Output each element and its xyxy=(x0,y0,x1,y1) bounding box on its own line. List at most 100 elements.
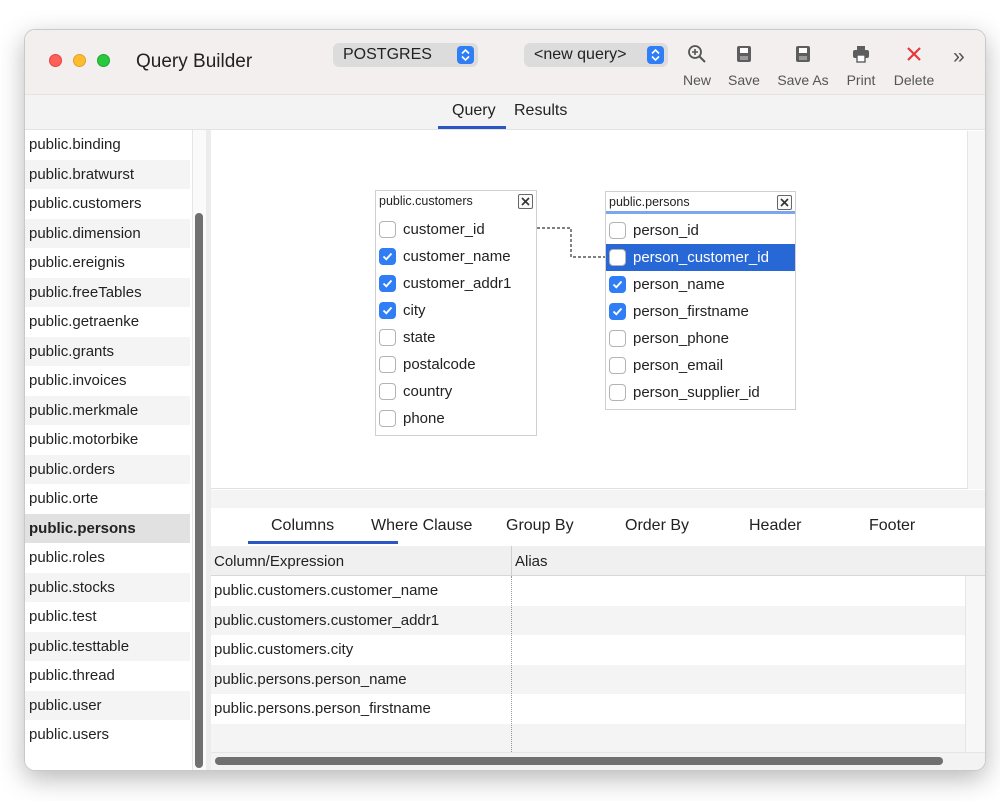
checkbox-checked[interactable] xyxy=(379,248,396,265)
checkbox[interactable] xyxy=(379,383,396,400)
column-header[interactable]: Alias xyxy=(515,553,548,570)
minimize-window-button[interactable] xyxy=(73,54,86,67)
table-row[interactable] xyxy=(211,723,965,753)
sidebar-item[interactable]: public.user xyxy=(25,690,190,720)
checkbox-checked[interactable] xyxy=(379,302,396,319)
delete-button[interactable]: Delete xyxy=(884,44,944,92)
save-button[interactable]: Save xyxy=(714,44,774,92)
field-name: person_customer_id xyxy=(633,249,769,266)
column-expression-cell[interactable]: public.customers.customer_addr1 xyxy=(214,612,439,629)
pane-splitter[interactable] xyxy=(211,490,985,508)
checkbox[interactable] xyxy=(379,221,396,238)
sidebar-item[interactable]: public.grants xyxy=(25,336,190,366)
query-select[interactable]: <new query> xyxy=(524,43,668,67)
tab-columns[interactable]: Columns xyxy=(271,517,334,535)
field-name: person_email xyxy=(633,357,724,374)
sidebar-item[interactable]: public.thread xyxy=(25,661,190,691)
sidebar-scroll-thumb[interactable] xyxy=(195,213,203,768)
checkbox-checked[interactable] xyxy=(609,276,626,293)
table-field[interactable]: person_firstname xyxy=(606,298,795,325)
sidebar-item[interactable]: public.customers xyxy=(25,189,190,219)
tab-order-by[interactable]: Order By xyxy=(625,517,689,535)
sidebar-item-selected[interactable]: public.persons xyxy=(25,513,190,543)
table-field-selected[interactable]: person_customer_id xyxy=(606,244,795,271)
table-box-title[interactable]: public.customers xyxy=(376,191,536,213)
grid-horizontal-scroll-thumb[interactable] xyxy=(215,757,943,765)
checkbox[interactable] xyxy=(609,222,626,239)
grid-vertical-scrollbar[interactable] xyxy=(965,576,985,752)
table-row[interactable]: public.persons.person_name xyxy=(211,664,965,694)
table-row[interactable]: public.customers.customer_addr1 xyxy=(211,605,965,635)
table-field[interactable]: person_supplier_id xyxy=(606,379,795,406)
print-button[interactable]: Print xyxy=(831,44,891,92)
sidebar-item[interactable]: public.orders xyxy=(25,454,190,484)
table-field[interactable]: phone xyxy=(376,405,536,432)
column-expression-cell[interactable]: public.customers.customer_name xyxy=(214,582,438,599)
column-divider xyxy=(511,576,512,752)
table-field[interactable]: state xyxy=(376,324,536,351)
close-table-icon[interactable] xyxy=(777,195,792,210)
column-expression-cell[interactable]: public.persons.person_name xyxy=(214,671,407,688)
sidebar-item[interactable]: public.ereignis xyxy=(25,248,190,278)
active-tab-indicator xyxy=(248,541,398,544)
zoom-window-button[interactable] xyxy=(97,54,110,67)
table-field[interactable]: postalcode xyxy=(376,351,536,378)
table-row[interactable]: public.persons.person_firstname xyxy=(211,694,965,724)
column-expression-cell[interactable]: public.persons.person_firstname xyxy=(214,700,431,717)
checkbox[interactable] xyxy=(379,329,396,346)
toolbar-overflow-button[interactable]: » xyxy=(953,45,965,69)
tab-header[interactable]: Header xyxy=(749,517,801,535)
canvas-scrollbar[interactable] xyxy=(967,131,985,489)
column-divider[interactable] xyxy=(511,546,512,576)
sidebar-item[interactable]: public.orte xyxy=(25,484,190,514)
table-box-customers[interactable]: public.customers customer_id customer_na… xyxy=(375,190,537,436)
table-field[interactable]: customer_id xyxy=(376,216,536,243)
column-header[interactable]: Column/Expression xyxy=(214,553,344,570)
checkbox[interactable] xyxy=(379,356,396,373)
sidebar-item[interactable]: public.getraenke xyxy=(25,307,190,337)
query-canvas: public.customers customer_id customer_na… xyxy=(211,131,967,489)
table-field[interactable]: person_email xyxy=(606,352,795,379)
tab-group-by[interactable]: Group By xyxy=(506,517,574,535)
table-field[interactable]: person_id xyxy=(606,217,795,244)
column-expression-cell[interactable]: public.customers.city xyxy=(214,641,353,658)
sidebar-item[interactable]: public.users xyxy=(25,720,190,750)
sidebar-item[interactable]: public.dimension xyxy=(25,218,190,248)
sidebar-item[interactable]: public.roles xyxy=(25,543,190,573)
close-window-button[interactable] xyxy=(49,54,62,67)
close-table-icon[interactable] xyxy=(518,194,533,209)
table-row[interactable]: public.customers.customer_name xyxy=(211,576,965,606)
sidebar-item[interactable]: public.invoices xyxy=(25,366,190,396)
checkbox[interactable] xyxy=(609,384,626,401)
checkbox[interactable] xyxy=(609,249,626,266)
table-field[interactable]: customer_addr1 xyxy=(376,270,536,297)
table-field[interactable]: country xyxy=(376,378,536,405)
table-box-persons[interactable]: public.persons person_id person_customer… xyxy=(605,191,796,410)
sidebar-item[interactable]: public.test xyxy=(25,602,190,632)
save-as-button[interactable]: Save As xyxy=(773,44,833,92)
tab-footer[interactable]: Footer xyxy=(869,517,915,535)
sidebar-item[interactable]: public.testtable xyxy=(25,631,190,661)
tab-results[interactable]: Results xyxy=(514,102,567,120)
sidebar-item[interactable]: public.binding xyxy=(25,130,190,160)
sidebar-item[interactable]: public.merkmale xyxy=(25,395,190,425)
checkbox[interactable] xyxy=(379,410,396,427)
table-field[interactable]: city xyxy=(376,297,536,324)
sidebar-item[interactable]: public.freeTables xyxy=(25,277,190,307)
tab-query[interactable]: Query xyxy=(452,102,496,120)
table-field[interactable]: person_name xyxy=(606,271,795,298)
checkbox[interactable] xyxy=(609,357,626,374)
table-row[interactable]: public.customers.city xyxy=(211,635,965,665)
sidebar-item[interactable]: public.bratwurst xyxy=(25,159,190,189)
checkbox[interactable] xyxy=(609,330,626,347)
tab-where-clause[interactable]: Where Clause xyxy=(371,517,472,535)
checkbox-checked[interactable] xyxy=(379,275,396,292)
database-select[interactable]: POSTGRES xyxy=(333,43,478,67)
sidebar-item[interactable]: public.motorbike xyxy=(25,425,190,455)
table-box-title[interactable]: public.persons xyxy=(606,192,795,214)
checkbox-checked[interactable] xyxy=(609,303,626,320)
sidebar-item[interactable]: public.stocks xyxy=(25,572,190,602)
table-field[interactable]: customer_name xyxy=(376,243,536,270)
chevron-updown-icon xyxy=(647,46,664,64)
table-field[interactable]: person_phone xyxy=(606,325,795,352)
